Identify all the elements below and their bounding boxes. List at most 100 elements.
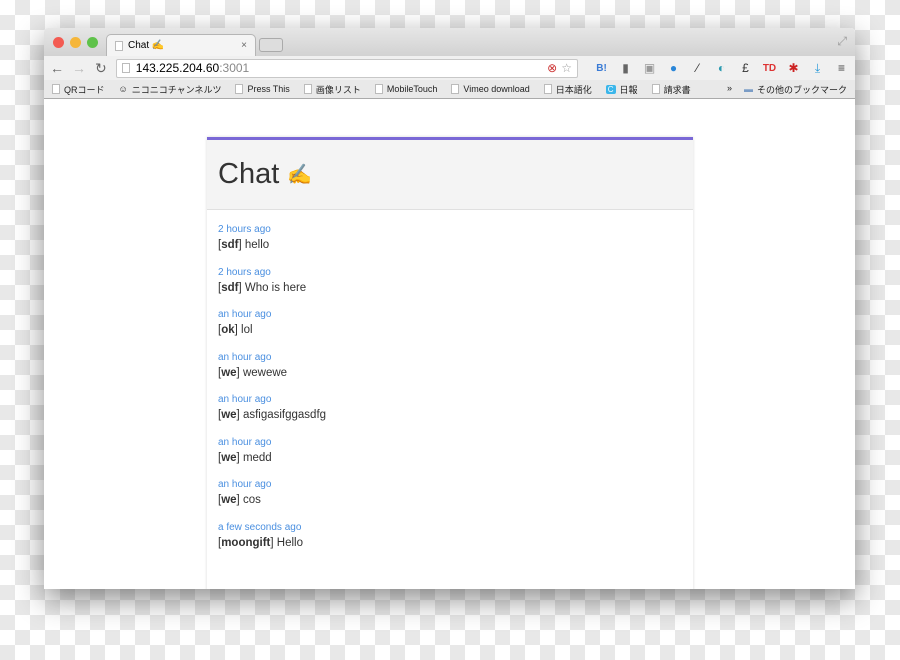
blocked-icon[interactable]: ⊗ [547,61,557,75]
page-icon [543,84,552,94]
star-icon[interactable]: ☆ [561,61,572,75]
extensions: B! ▮ ▣ ● ⁄ ◐ £ TD ✱ ⤓ ≡ [594,61,849,76]
message-body: [moongift] Hello [218,536,303,549]
close-window-button[interactable] [53,37,64,48]
bookmark-label: その他のブックマーク [756,84,847,95]
folder-icon: ▬ [743,84,753,94]
bookmark-label: 請求書 [663,84,691,95]
fullscreen-icon[interactable]: ⤢ [837,34,847,49]
asterisk-icon[interactable]: ✱ [786,61,801,75]
message-time: an hour ago [218,436,272,448]
message-user: sdf [221,281,239,294]
forward-icon[interactable]: → [72,60,86,76]
bookmark[interactable]: 日本語化 [543,83,592,96]
message-user: moongift [221,536,271,549]
tab-bar: Chat ✍ × ⤢ [44,28,855,56]
message-list: 2 hours ago [sdf] hello 2 hours ago [sdf] W… [207,210,693,576]
pound-icon[interactable]: £ [738,61,753,75]
zoom-window-button[interactable] [87,37,98,48]
page-content: Chat ✍ 2 hours ago [sdf] hello 2 hours ago… [44,99,855,589]
message-body: [we] medd [218,451,272,464]
message-body: [sdf] Who is here [218,281,307,294]
chat-message: an hour ago [we] wewewe [218,351,682,394]
bookmark[interactable]: 請求書 [651,83,691,96]
hatena-bookmark-icon[interactable]: B! [594,63,609,74]
page-icon [374,84,383,94]
tab-title: Chat ✍ [128,40,165,51]
message-time: 2 hours ago [218,266,271,278]
page-icon [52,84,60,94]
chat-message: an hour ago [we] asfigasifggasdfg [218,393,682,436]
message-time: an hour ago [218,351,272,363]
minimize-window-button[interactable] [70,37,81,48]
message-user: we [221,494,237,506]
message-text: asfigasifggasdfg [242,409,327,421]
message-text: Hello [276,536,303,549]
message-time: an hour ago [218,479,272,490]
bookmark-label: ニコニコチャンネルツ [131,84,222,95]
message-body: [sdf] hello [218,239,270,251]
td-icon[interactable]: TD [762,63,777,74]
chat-message: an hour ago [we] cos [218,478,682,521]
message-body: [we] cos [218,494,261,506]
message-text: hello [244,239,270,251]
message-text: cos [242,494,261,506]
tab-chat[interactable]: Chat ✍ × [106,34,256,56]
evernote-icon[interactable]: ▮ [618,61,633,75]
bookmark[interactable]: ☺ ニコニコチャンネルツ [119,83,222,96]
close-tab-icon[interactable]: × [241,40,247,51]
bookmark[interactable]: Press This [235,84,290,94]
bookmark[interactable]: MobileTouch [374,84,438,94]
chat-message: 2 hours ago [sdf] Who is here [218,266,682,309]
screenshot-icon[interactable]: ▣ [642,61,657,75]
wave-icon[interactable]: ◐ [714,61,729,75]
back-icon[interactable]: ← [50,60,64,76]
message-time: a few seconds ago [218,521,302,533]
bookmark-label: MobileTouch [386,84,438,94]
bookmarks-overflow-button[interactable]: » [727,83,732,96]
bookmark[interactable]: Vimeo download [451,84,530,94]
page-icon [451,84,460,94]
message-text: lol [241,324,253,336]
new-tab-button[interactable] [259,38,283,52]
message-text: Who is here [244,281,307,294]
bookmark[interactable]: C 日報 [605,83,638,96]
niconico-icon: ☺ [118,84,128,94]
globe-icon[interactable]: ● [666,61,681,75]
message-body: [we] asfigasifggasdfg [218,409,327,421]
window-controls [53,37,98,48]
url-host: 143.225.204.60 [135,61,220,75]
message-time: an hour ago [218,394,272,405]
bookmark-label: 日報 [619,84,638,95]
message-user: ok [221,324,235,336]
other-bookmarks[interactable]: ▬ その他のブックマーク [744,83,847,96]
message-time: an hour ago [218,309,272,320]
bookmark-label: 日本語化 [555,84,592,95]
reload-icon[interactable]: ↻ [94,60,108,77]
message-user: we [221,366,237,379]
bookmark-label: Press This [247,84,290,94]
address-bar[interactable]: 143.225.204.60:3001 ⊗ ☆ [115,58,578,78]
chat-message: 2 hours ago [sdf] hello [218,223,682,266]
message-user: we [221,409,237,421]
bookmark-label: 画像リスト [315,84,361,95]
chat-header: Chat ✍ [207,140,693,210]
message-text: wewewe [242,366,288,379]
chat-panel: Chat ✍ 2 hours ago [sdf] hello 2 hours ago… [207,137,693,589]
writing-hand-icon: ✍ [287,164,313,186]
browser-window: Chat ✍ × ⤢ ← → ↻ 143.225.204.60:3001 ⊗ ☆ … [44,28,855,589]
message-user: we [221,451,237,464]
page-icon [651,84,660,94]
message-user: sdf [221,239,239,251]
eyedropper-icon[interactable]: ⁄ [690,61,705,75]
download-icon[interactable]: ⤓ [810,61,825,76]
chat-message: a few seconds ago [moongift] Hello [218,521,682,564]
page-title: Chat [218,158,280,190]
message-time: 2 hours ago [218,224,271,235]
bookmark[interactable]: 画像リスト [303,83,361,96]
bookmark[interactable]: QRコード [52,83,105,96]
toolbar: ← → ↻ 143.225.204.60:3001 ⊗ ☆ B! ▮ ▣ ● ⁄ … [44,56,855,80]
menu-icon[interactable]: ≡ [834,61,849,75]
c-icon: C [605,84,616,94]
url-port: :3001 [219,61,250,75]
